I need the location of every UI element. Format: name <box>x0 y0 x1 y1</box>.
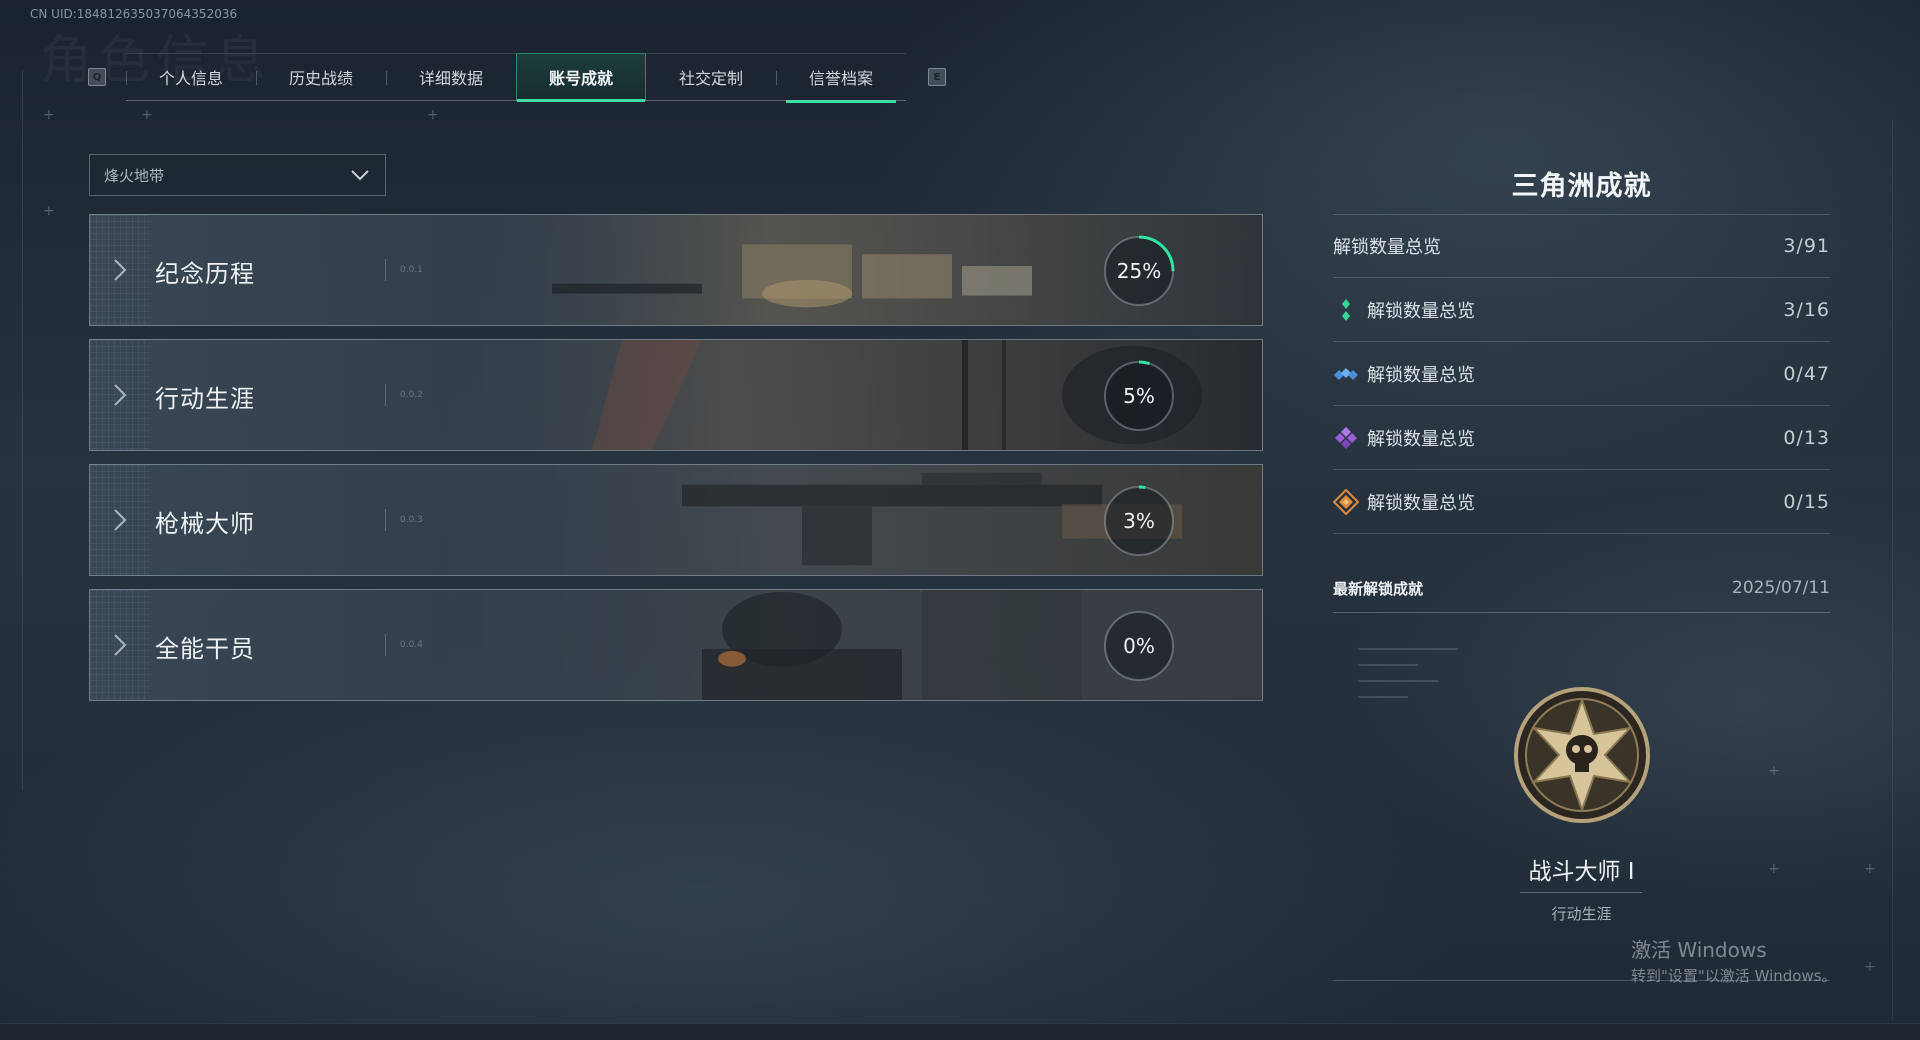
recent-date: 2025/07/11 <box>1732 578 1830 598</box>
card-divider <box>385 259 386 281</box>
category-card-memorial[interactable]: 纪念历程 0.0.1 25% <box>89 214 1263 326</box>
category-code: 0.0.4 <box>400 640 423 650</box>
crosshair-decoration-icon: + <box>427 107 439 123</box>
category-card-operation-career[interactable]: 行动生涯 0.0.2 5% <box>89 339 1263 451</box>
category-code: 0.0.2 <box>400 390 423 400</box>
recent-heading: 最新解锁成就 <box>1333 580 1424 598</box>
stat-row-gold: 解锁数量总览 0/15 <box>1333 470 1830 534</box>
tab-history[interactable]: 历史战绩 <box>256 53 386 101</box>
green-tier-icon <box>1342 298 1350 321</box>
stat-label: 解锁数量总览 <box>1367 492 1475 514</box>
category-name: 全能干员 <box>155 635 255 663</box>
q-key-hint[interactable]: Q <box>88 68 106 86</box>
tab-social-customization[interactable]: 社交定制 <box>646 53 776 101</box>
category-name: 枪械大师 <box>155 510 255 538</box>
crosshair-decoration-icon: + <box>43 107 55 123</box>
stat-label: 解锁数量总览 <box>1367 364 1475 386</box>
stat-value: 0/47 <box>1783 362 1830 385</box>
right-decoration-rail <box>1892 120 1893 1020</box>
e-key-hint[interactable]: E <box>928 68 946 86</box>
achievement-category: 行动生涯 <box>1551 905 1612 923</box>
tab-detailed-data[interactable]: 详细数据 <box>386 53 516 101</box>
recent-achievement-header: 最新解锁成就 2025/07/11 <box>1333 578 1830 613</box>
bottom-bar <box>0 1023 1920 1040</box>
tab-account-achievements[interactable]: 账号成就 <box>516 53 646 102</box>
gold-tier-icon <box>1333 488 1359 515</box>
mode-select-dropdown[interactable]: 烽火地带 <box>89 154 386 196</box>
category-card-all-round-operator[interactable]: 全能干员 0.0.4 0% <box>89 589 1263 701</box>
chevron-right-icon <box>114 509 127 531</box>
watermark-line-1: 激活 Windows <box>1631 938 1767 962</box>
stat-row-blue: 解锁数量总览 0/47 <box>1333 342 1830 406</box>
decorative-line <box>1358 664 1418 666</box>
progress-percent: 0% <box>1123 634 1155 658</box>
card-divider <box>385 384 386 406</box>
stat-value: 0/15 <box>1783 490 1830 513</box>
star-skull-badge-icon <box>1514 687 1650 823</box>
stat-label: 解锁数量总览 <box>1333 236 1441 258</box>
category-code: 0.0.3 <box>400 515 423 525</box>
category-card-weapon-master[interactable]: 枪械大师 0.0.3 3% <box>89 464 1263 576</box>
progress-percent: 5% <box>1123 384 1155 408</box>
chevron-right-icon <box>114 384 127 406</box>
left-decoration-rail <box>22 70 23 790</box>
stat-row-purple: 解锁数量总览 0/13 <box>1333 406 1830 470</box>
achievement-name-divider <box>1520 892 1642 893</box>
stat-label: 解锁数量总览 <box>1367 428 1475 450</box>
user-uid: CN UID:18481263503706435203​6 <box>30 7 238 21</box>
tab-bar: Q 个人信息 历史战绩 详细数据 账号成就 社交定制 信誉档案 E <box>88 53 946 103</box>
decorative-line <box>1358 648 1458 650</box>
progress-percent: 3% <box>1123 509 1155 533</box>
blue-tier-icon <box>1334 367 1358 380</box>
chevron-right-icon <box>114 259 127 281</box>
category-name: 行动生涯 <box>155 385 255 413</box>
crosshair-decoration-icon: + <box>43 203 55 219</box>
stat-label: 解锁数量总览 <box>1367 300 1475 322</box>
stat-row-total: 解锁数量总览 3/91 <box>1333 214 1830 278</box>
stat-value: 3/16 <box>1783 298 1830 321</box>
crosshair-decoration-icon: + <box>1864 959 1876 975</box>
watermark-line-2: 转到"设置"以激活 Windows。 <box>1631 967 1837 985</box>
category-name: 纪念历程 <box>155 260 255 288</box>
stat-row-green: 解锁数量总览 3/16 <box>1333 278 1830 342</box>
purple-tier-icon <box>1335 426 1357 449</box>
tab-personal-info[interactable]: 个人信息 <box>126 53 256 101</box>
tab-bar-baseline <box>126 100 906 101</box>
decorative-line <box>1358 696 1408 698</box>
tab-reputation-file[interactable]: 信誉档案 <box>776 53 906 103</box>
decorative-line <box>1358 680 1438 682</box>
crosshair-decoration-icon: + <box>1864 861 1876 877</box>
achievements-title: 三角洲成就 <box>1511 171 1652 202</box>
windows-activation-watermark: 激活 Windows 转到"设置"以激活 Windows。 <box>1631 934 1837 986</box>
stat-value: 3/91 <box>1783 234 1830 257</box>
card-divider <box>385 509 386 531</box>
stat-value: 0/13 <box>1783 426 1830 449</box>
achievement-name: 战斗大师 I <box>1528 859 1635 885</box>
mode-select-value: 烽火地带 <box>104 166 165 185</box>
chevron-right-icon <box>114 634 127 656</box>
progress-percent: 25% <box>1116 259 1162 283</box>
category-code: 0.0.1 <box>400 265 423 275</box>
crosshair-decoration-icon: + <box>141 107 153 123</box>
chevron-down-icon <box>351 170 369 181</box>
card-divider <box>385 634 386 656</box>
